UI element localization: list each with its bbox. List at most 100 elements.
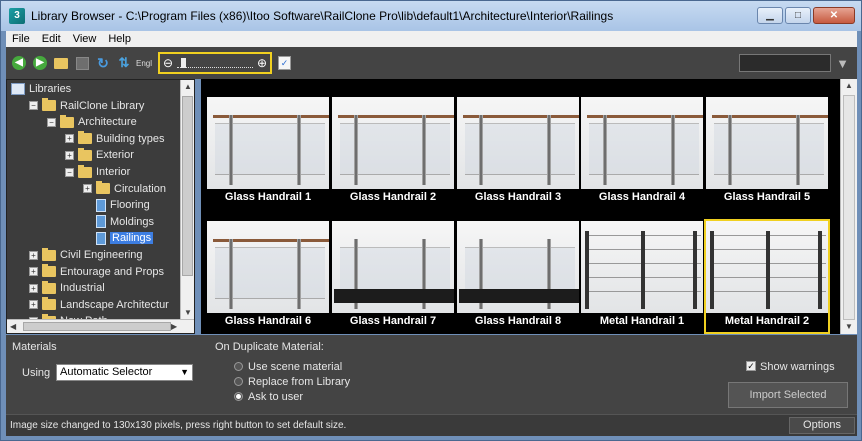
minimize-button[interactable]: ▁ — [757, 7, 783, 24]
tree-item[interactable]: + Exterior — [65, 147, 134, 163]
folder-icon — [42, 280, 56, 294]
thumbnail-tile[interactable]: Glass Handrail 5 — [706, 97, 828, 208]
tree-item[interactable]: + Circulation — [83, 181, 166, 197]
thumbnail-tile[interactable]: Glass Handrail 4 — [581, 97, 703, 208]
filter-icon[interactable]: ▼ — [836, 56, 849, 71]
back-button[interactable]: ◀ — [10, 54, 28, 72]
scroll-right-icon[interactable]: ▶ — [171, 322, 177, 331]
materials-panel: Materials Using Automatic Selector ▼ On … — [6, 335, 857, 414]
scroll-up-icon[interactable]: ▲ — [184, 82, 192, 91]
thumbnail-tile[interactable]: Metal Handrail 2 — [704, 219, 830, 334]
tree-item[interactable]: + Civil Engineering — [29, 247, 143, 263]
expand-icon[interactable]: + — [65, 150, 74, 160]
folder-icon — [42, 98, 56, 112]
scroll-down-icon[interactable]: ▼ — [184, 308, 192, 317]
radio-ask-to-user[interactable] — [234, 392, 243, 401]
menu-help[interactable]: Help — [102, 33, 137, 45]
tree-item-label: Circulation — [114, 182, 166, 195]
using-label: Using — [22, 367, 51, 379]
grid-vscroll-thumb[interactable] — [843, 95, 855, 320]
expand-icon[interactable]: + — [65, 134, 74, 144]
expand-icon[interactable]: + — [29, 300, 38, 310]
zoom-in-icon[interactable]: ⊕ — [257, 56, 267, 70]
tree-item[interactable]: − Interior — [65, 164, 130, 180]
window-controls: ▁ □ ✕ — [757, 7, 855, 24]
thumbnail-size-slider[interactable]: ⊖ ⊕ — [158, 52, 273, 74]
library-tree[interactable]: Libraries − RailClone Library − Architecture… — [6, 79, 195, 334]
tree-hscroll-thumb[interactable] — [23, 322, 171, 331]
thumbnail-tile[interactable]: Glass Handrail 1 — [207, 97, 329, 208]
show-warnings-label: Show warnings — [760, 361, 835, 373]
grid-vertical-scrollbar[interactable]: ▲ ▼ — [840, 79, 857, 334]
collapse-icon[interactable]: − — [29, 101, 38, 111]
expand-icon[interactable]: + — [29, 250, 38, 260]
material-selector-dropdown[interactable]: Automatic Selector ▼ — [56, 364, 193, 381]
tree-item[interactable]: − RailClone Library — [29, 98, 144, 114]
expand-icon[interactable]: + — [29, 283, 38, 293]
folder-icon — [78, 164, 92, 178]
library-file-icon — [96, 198, 106, 212]
tree-item-label: Libraries — [29, 83, 72, 95]
thumbnail-label: Glass Handrail 1 — [224, 191, 312, 203]
library-file-icon — [96, 231, 106, 245]
thumbnail-label: Metal Handrail 1 — [599, 315, 685, 327]
expand-icon[interactable]: + — [83, 184, 92, 194]
collapse-icon[interactable]: − — [47, 117, 56, 127]
zoom-thumb[interactable] — [181, 58, 187, 68]
checklist-icon[interactable]: ✓ — [278, 56, 292, 70]
forward-icon: ▶ — [33, 56, 47, 70]
menu-file[interactable]: File — [6, 33, 36, 45]
radio-replace-from-library[interactable] — [234, 377, 243, 386]
maximize-button[interactable]: □ — [785, 7, 811, 24]
import-selected-button[interactable]: Import Selected — [728, 382, 848, 408]
grid-scroll-down-icon[interactable]: ▼ — [845, 322, 853, 331]
menu-edit[interactable]: Edit — [36, 33, 67, 45]
expand-icon[interactable]: + — [29, 267, 38, 277]
tree-item-label: RailClone Library — [60, 99, 145, 112]
show-warnings-checkbox[interactable]: ✓ — [746, 361, 756, 371]
zoom-track[interactable] — [177, 58, 253, 68]
tree-item[interactable]: Libraries — [11, 81, 71, 97]
language-label[interactable]: Engl — [136, 59, 152, 68]
tree-item[interactable]: + Entourage and Props — [29, 264, 164, 280]
options-button[interactable]: Options — [789, 417, 855, 434]
railing-preview-image — [332, 97, 454, 189]
close-button[interactable]: ✕ — [813, 7, 855, 24]
thumbnail-label: Glass Handrail 8 — [474, 315, 562, 327]
tree-item[interactable]: Moldings — [83, 214, 154, 230]
tree-item[interactable]: − Architecture — [47, 114, 137, 130]
scroll-left-icon[interactable]: ◀ — [10, 322, 16, 331]
grid-scroll-up-icon[interactable]: ▲ — [845, 81, 853, 90]
forward-button[interactable]: ▶ — [31, 54, 49, 72]
tree-item[interactable]: Railings — [83, 230, 154, 246]
sort-button[interactable]: ⇅ — [115, 54, 133, 72]
search-input[interactable] — [739, 54, 831, 72]
tree-vscroll-thumb[interactable] — [182, 96, 193, 276]
tree-item-label: Building types — [96, 132, 165, 145]
thumbnail-tile[interactable]: Glass Handrail 6 — [207, 221, 329, 332]
library-file-icon — [96, 215, 106, 229]
title-bar[interactable]: 3 Library Browser - C:\Program Files (x8… — [1, 1, 861, 31]
railing-preview-image — [581, 97, 703, 189]
tree-horizontal-scrollbar[interactable]: ◀ ▶ — [7, 319, 194, 333]
tree-item[interactable]: + Industrial — [29, 280, 105, 296]
refresh-button[interactable]: ↻ — [94, 54, 112, 72]
thumbnail-tile[interactable]: Metal Handrail 1 — [581, 221, 703, 332]
open-folder-button[interactable] — [52, 54, 70, 72]
tree-item[interactable]: + Building types — [65, 131, 165, 147]
thumbnail-tile[interactable]: Glass Handrail 7 — [332, 221, 454, 332]
zoom-out-icon[interactable]: ⊖ — [163, 56, 173, 70]
tree-item[interactable]: Flooring — [83, 197, 150, 213]
menu-view[interactable]: View — [67, 33, 103, 45]
thumbnail-tile[interactable]: Glass Handrail 3 — [457, 97, 579, 208]
tree-vertical-scrollbar[interactable]: ▲ ▼ — [180, 80, 194, 320]
tree-item[interactable]: + Landscape Architectur — [29, 297, 169, 313]
material-selector-value: Automatic Selector — [60, 366, 153, 378]
save-button[interactable] — [73, 54, 91, 72]
chevron-down-icon: ▼ — [180, 367, 189, 377]
thumbnail-tile[interactable]: Glass Handrail 2 — [332, 97, 454, 208]
tree-item-label: Entourage and Props — [60, 265, 164, 278]
thumbnail-tile[interactable]: Glass Handrail 8 — [457, 221, 579, 332]
collapse-icon[interactable]: − — [65, 167, 74, 177]
radio-use-scene-material[interactable] — [234, 362, 243, 371]
